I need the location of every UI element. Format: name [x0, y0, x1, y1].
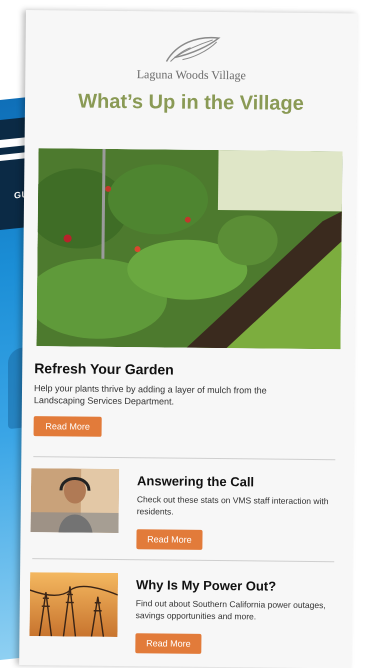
article-title: Why Is My Power Out? [135, 577, 277, 594]
read-more-button[interactable]: Read More [33, 416, 102, 437]
logo: Laguna Woods Village [25, 30, 358, 84]
page-title: What’s Up in the Village [78, 90, 304, 115]
garden-image [36, 148, 343, 350]
brand-name: Laguna Woods Village [136, 67, 246, 83]
call-center-image [30, 468, 120, 533]
article-summary: Check out these stats on VMS staff inter… [136, 494, 329, 517]
article-title: Answering the Call [136, 473, 255, 490]
article-summary: Help your plants thrive by adding a laye… [33, 383, 267, 407]
newsletter-card: Laguna Woods Village What’s Up in the Vi… [19, 10, 358, 668]
divider [32, 558, 335, 563]
power-lines-image [29, 572, 119, 637]
leaf-logo-icon [165, 36, 221, 62]
article-title: Refresh Your Garden [34, 360, 174, 378]
article-summary: Find out about Southern California power… [135, 598, 326, 622]
read-more-button[interactable]: Read More [135, 633, 202, 654]
divider [33, 456, 336, 461]
read-more-button[interactable]: Read More [136, 529, 203, 550]
